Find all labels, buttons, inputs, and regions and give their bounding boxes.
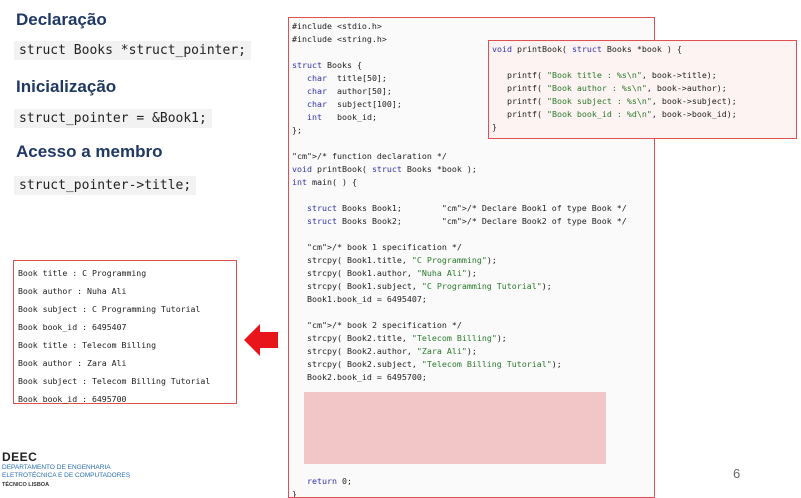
code-line: int book_id;: [307, 112, 377, 122]
code-line: printf( "Book author : %s\n", book->auth…: [492, 83, 727, 93]
code-line: strcpy( Book2.subject, "Telecom Billing …: [292, 359, 562, 369]
logo-line2: ELETROTÉCNICA E DE COMPUTADORES: [2, 472, 131, 479]
print-calls-highlight: [304, 392, 606, 464]
output-line: Book subject : Telecom Billing Tutorial: [18, 376, 211, 386]
code-line: struct Books {: [292, 60, 362, 70]
logo-line1: DEPARTAMENTO DE ENGENHARIA: [2, 464, 111, 471]
code-line: strcpy( Book2.title, "Telecom Billing");: [292, 333, 507, 343]
code-line: #include <string.h>: [292, 34, 387, 44]
code-line: }: [492, 122, 497, 132]
code-line: struct Books Book1; "cm">/* Declare Book…: [307, 203, 627, 213]
code-printbook-text: void printBook( struct Books *book ) { p…: [489, 41, 796, 134]
code-line: return 0;: [307, 476, 352, 486]
code-line: strcpy( Book1.title, "C Programming");: [292, 255, 497, 265]
output-line: Book title : C Programming: [18, 268, 147, 278]
code-line: #include <stdio.h>: [292, 21, 382, 31]
heading-declaracao: Declaração: [16, 10, 107, 29]
code-line: char title[50];: [307, 73, 387, 83]
heading-acesso-membro: Acesso a membro: [16, 142, 163, 161]
page-number: 6: [733, 466, 741, 481]
code-line: void printBook( struct Books *book ) {: [492, 44, 682, 54]
code-line: "cm">/* function declaration */: [292, 151, 447, 161]
code-line: Book1.book_id = 6495407;: [292, 294, 427, 304]
code-line: char subject[100];: [307, 99, 402, 109]
output-line: Book subject : C Programming Tutorial: [18, 304, 201, 314]
heading-inicializacao: Inicialização: [16, 77, 117, 96]
code-line: printf( "Book book_id : %d\n", book->boo…: [492, 109, 737, 119]
deec-logo: DEEC DEPARTAMENTO DE ENGENHARIA ELETROTÉ…: [2, 450, 130, 488]
snippet-acesso-membro: struct_pointer->title;: [14, 176, 197, 195]
code-line: void printBook( struct Books *book );: [292, 164, 477, 174]
left-arrow-icon: [244, 324, 278, 356]
snippet-declaracao: struct Books *struct_pointer;: [14, 41, 251, 60]
code-line: int main( ) {: [292, 177, 357, 187]
code-line: };: [292, 125, 302, 135]
output-line: Book book_id : 6495700: [18, 394, 127, 404]
code-line: strcpy( Book2.author, "Zara Ali");: [292, 346, 477, 356]
code-line: Book2.book_id = 6495700;: [292, 372, 427, 382]
snippet-inicializacao: struct_pointer = &Book1;: [14, 109, 212, 128]
output-line: Book author : Nuha Ali: [18, 286, 127, 296]
program-output-box: Book title : C Programming Book author :…: [13, 260, 237, 404]
code-line: "cm">/* book 1 specification */: [307, 242, 462, 252]
code-line: strcpy( Book1.subject, "C Programming Tu…: [292, 281, 552, 291]
output-line: Book book_id : 6495407: [18, 322, 127, 332]
code-line: printf( "Book subject : %s\n", book->sub…: [492, 96, 737, 106]
logo-name: DEEC: [2, 450, 38, 464]
code-line: printf( "Book title : %s\n", book->title…: [492, 70, 717, 80]
output-line: Book title : Telecom Billing: [18, 340, 157, 350]
code-line: char author[50];: [307, 86, 392, 96]
output-line: Book author : Zara Ali: [18, 358, 127, 368]
code-listing-printbook: void printBook( struct Books *book ) { p…: [488, 40, 797, 139]
code-line: strcpy( Book1.author, "Nuha Ali");: [292, 268, 477, 278]
code-line: "cm">/* book 2 specification */: [307, 320, 462, 330]
code-line: struct Books Book2; "cm">/* Declare Book…: [307, 216, 627, 226]
logo-line3: TÉCNICO LISBOA: [2, 482, 50, 488]
